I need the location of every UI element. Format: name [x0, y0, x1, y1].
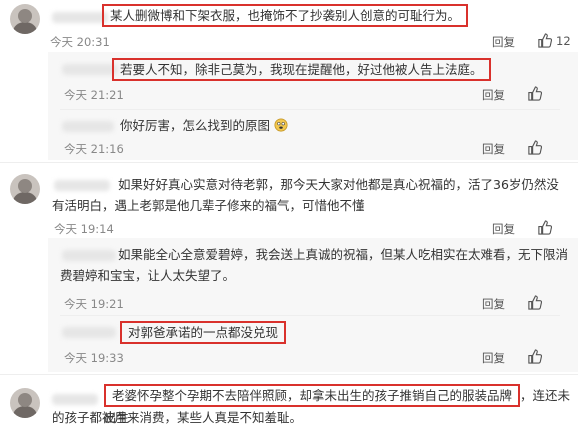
comment-text: 如果好好真心实意对待老郭，那今天大家对他都是真心祝福的，活了36岁仍然没有活明白… — [52, 177, 559, 213]
comment-time: 今天 20:31 — [50, 35, 110, 49]
reply-time: 今天 19:21 — [64, 297, 124, 311]
username-blurred[interactable] — [62, 121, 114, 132]
reply-button[interactable]: 回复 — [492, 221, 515, 237]
reply-button[interactable]: 回复 — [482, 350, 505, 366]
reply-time: 今天 19:33 — [64, 351, 124, 365]
comment-text-continued: 的孩子都被用来消费，某些人真是不知羞耻。 — [52, 410, 303, 425]
thumb-up-icon[interactable] — [527, 349, 542, 364]
reply-time: 今天 21:16 — [64, 142, 124, 156]
username-blurred[interactable] — [62, 327, 116, 338]
thumb-up-icon[interactable] — [537, 33, 552, 48]
reply-button[interactable]: 回复 — [482, 87, 505, 103]
username-blurred[interactable] — [52, 12, 108, 23]
highlight-box: 某人删微博和下架衣服，也掩饰不了抄袭别人创意的可耻行为。 — [102, 4, 469, 27]
face-emoji-icon — [274, 118, 288, 132]
divider — [60, 109, 560, 110]
user-avatar[interactable] — [10, 174, 40, 204]
like-count: 12 — [556, 34, 571, 48]
highlight-box: 对郭爸承诺的一点都没兑现 — [120, 321, 287, 344]
user-avatar[interactable] — [10, 4, 40, 34]
divider — [0, 374, 578, 375]
thumb-up-icon[interactable] — [527, 140, 542, 155]
reply-button[interactable]: 回复 — [482, 296, 505, 312]
highlight-box: 老婆怀孕整个孕期不去陪伴照顾，却拿未出生的孩子推销自己的服装品牌 — [104, 384, 521, 407]
comment-text: 某人删微博和下架衣服，也掩饰不了抄袭别人创意的可耻行为。 — [102, 4, 469, 27]
username-blurred[interactable] — [62, 64, 118, 75]
comment-time: 今天 19:14 — [54, 222, 114, 236]
divider — [0, 162, 578, 163]
thumb-up-icon[interactable] — [527, 295, 542, 310]
user-avatar[interactable] — [10, 388, 40, 418]
reply-button[interactable]: 回复 — [482, 141, 505, 157]
thumb-up-icon[interactable] — [527, 86, 542, 101]
highlight-box: 若要人不知，除非己莫为，我现在提醒他，好过他被人告上法庭。 — [112, 58, 491, 81]
thumb-up-icon[interactable] — [537, 220, 552, 235]
reply-button[interactable]: 回复 — [492, 34, 515, 50]
username-blurred[interactable] — [52, 394, 98, 405]
reply-text: 若要人不知，除非己莫为，我现在提醒他，好过他被人告上法庭。 — [112, 58, 491, 81]
divider — [60, 315, 560, 316]
reply-text: 你好厉害，怎么找到的原图 — [120, 115, 288, 136]
reply-time: 今天 21:21 — [64, 88, 124, 102]
reply-text: 对郭爸承诺的一点都没兑现 — [120, 321, 287, 344]
reply-text: 如果能全心全意爱碧婷，我会送上真诚的祝福，但某人吃相实在太难看，无下限消费碧婷和… — [60, 247, 569, 283]
